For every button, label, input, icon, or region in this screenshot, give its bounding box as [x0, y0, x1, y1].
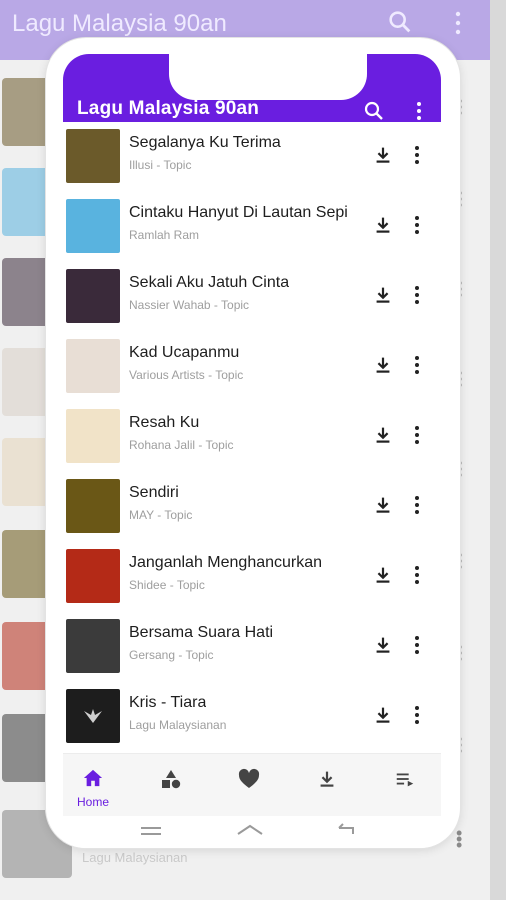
song-title: Sendiri — [129, 484, 179, 501]
download-icon[interactable] — [372, 284, 394, 306]
download-icon[interactable] — [372, 144, 394, 166]
phone-frame: Lagu Malaysia 90an Segalanya Ku Terima I… — [46, 38, 460, 848]
background-thumbnail — [2, 348, 50, 416]
song-artist: MAY - Topic — [129, 508, 193, 522]
nav-playlist[interactable] — [383, 768, 427, 795]
more-options-icon[interactable] — [411, 494, 423, 516]
song-title: Cintaku Hanyut Di Lautan Sepi — [129, 204, 348, 221]
more-options-icon[interactable] — [411, 424, 423, 446]
download-icon[interactable] — [372, 564, 394, 586]
download-icon[interactable] — [372, 214, 394, 236]
song-artist: Rohana Jalil - Topic — [129, 438, 234, 452]
more-options-icon[interactable] — [411, 564, 423, 586]
song-row[interactable]: Kris - Tiara Lagu Malaysianan — [63, 682, 441, 752]
nav-home[interactable]: Home — [71, 768, 115, 809]
song-artist: Lagu Malaysianan — [129, 718, 227, 732]
home-gesture-icon[interactable] — [235, 822, 265, 838]
background-thumbnail — [2, 438, 50, 506]
song-title: Janganlah Menghancurkan — [129, 554, 323, 571]
song-title: Kad Ucapanmu — [129, 344, 240, 361]
song-title: Resah Ku — [129, 414, 200, 431]
song-artist: Shidee - Topic — [129, 578, 205, 592]
background-search-icon — [389, 11, 411, 33]
phone-notch — [169, 54, 367, 100]
nav-downloads[interactable] — [305, 768, 349, 795]
background-item-subtitle: Lagu Malaysianan — [82, 850, 188, 865]
album-thumbnail — [66, 689, 120, 743]
song-row[interactable]: Sendiri MAY - Topic — [63, 472, 441, 542]
song-row[interactable]: Sekali Aku Jatuh Cinta Nassier Wahab - T… — [63, 262, 441, 332]
more-options-icon[interactable] — [413, 99, 425, 123]
album-thumbnail — [66, 619, 120, 673]
background-thumbnail — [2, 168, 50, 236]
search-icon[interactable] — [362, 99, 386, 123]
album-thumbnail — [66, 409, 120, 463]
nav-favorites[interactable] — [227, 768, 271, 795]
background-app-title: Lagu Malaysia 90an — [12, 10, 227, 37]
playlist-icon — [396, 773, 414, 787]
download-icon[interactable] — [372, 424, 394, 446]
song-row[interactable]: Segalanya Ku Terima Illusi - Topic — [63, 122, 441, 192]
download-icon[interactable] — [372, 634, 394, 656]
song-artist: Illusi - Topic — [129, 158, 192, 172]
song-artist: Various Artists - Topic — [129, 368, 244, 382]
bird-logo-icon — [84, 709, 102, 723]
song-row[interactable]: Kad Ucapanmu Various Artists - Topic — [63, 332, 441, 402]
background-more-icon — [455, 11, 461, 35]
download-icon[interactable] — [372, 354, 394, 376]
album-thumbnail — [66, 339, 120, 393]
home-icon — [83, 769, 103, 787]
song-row[interactable]: Resah Ku Rohana Jalil - Topic — [63, 402, 441, 472]
album-thumbnail — [66, 199, 120, 253]
bottom-navigation: Home — [63, 753, 441, 816]
song-artist: Nassier Wahab - Topic — [129, 298, 250, 312]
more-options-icon[interactable] — [411, 284, 423, 306]
nav-categories[interactable] — [149, 768, 193, 795]
song-list: Segalanya Ku Terima Illusi - Topic Cinta… — [63, 122, 441, 753]
song-title: Sekali Aku Jatuh Cinta — [129, 274, 290, 291]
system-navigation-bar — [63, 816, 441, 848]
background-thumbnail — [2, 258, 50, 326]
song-title: Segalanya Ku Terima — [129, 134, 281, 151]
background-thumbnail — [2, 622, 50, 690]
app-title: Lagu Malaysia 90an — [77, 98, 260, 119]
song-artist: Gersang - Topic — [129, 648, 214, 662]
download-icon — [320, 771, 334, 787]
album-thumbnail — [66, 269, 120, 323]
more-options-icon[interactable] — [411, 354, 423, 376]
heart-icon — [238, 768, 260, 788]
categories-icon — [162, 770, 181, 789]
song-row[interactable]: Cintaku Hanyut Di Lautan Sepi Ramlah Ram — [63, 192, 441, 262]
more-options-icon[interactable] — [411, 144, 423, 166]
background-scroll-strip — [490, 0, 506, 900]
app-bar: Lagu Malaysia 90an — [63, 54, 441, 122]
background-thumbnail — [2, 714, 50, 782]
album-thumbnail — [66, 549, 120, 603]
download-icon[interactable] — [372, 704, 394, 726]
nav-home-label: Home — [76, 795, 109, 809]
more-options-icon[interactable] — [411, 214, 423, 236]
background-more-icon: ••• — [456, 823, 463, 855]
album-thumbnail — [66, 129, 120, 183]
download-icon[interactable] — [372, 494, 394, 516]
background-thumbnail — [2, 530, 50, 598]
song-artist: Ramlah Ram — [129, 228, 200, 242]
back-icon[interactable] — [335, 822, 359, 838]
background-thumbnail — [2, 78, 50, 146]
song-row[interactable]: Janganlah Menghancurkan Shidee - Topic — [63, 542, 441, 612]
song-title: Kris - Tiara — [129, 694, 207, 711]
more-options-icon[interactable] — [411, 704, 423, 726]
song-title: Bersama Suara Hati — [129, 624, 274, 641]
song-row[interactable]: Bersama Suara Hati Gersang - Topic — [63, 612, 441, 682]
more-options-icon[interactable] — [411, 634, 423, 656]
recent-apps-icon[interactable] — [139, 824, 163, 838]
album-thumbnail — [66, 479, 120, 533]
